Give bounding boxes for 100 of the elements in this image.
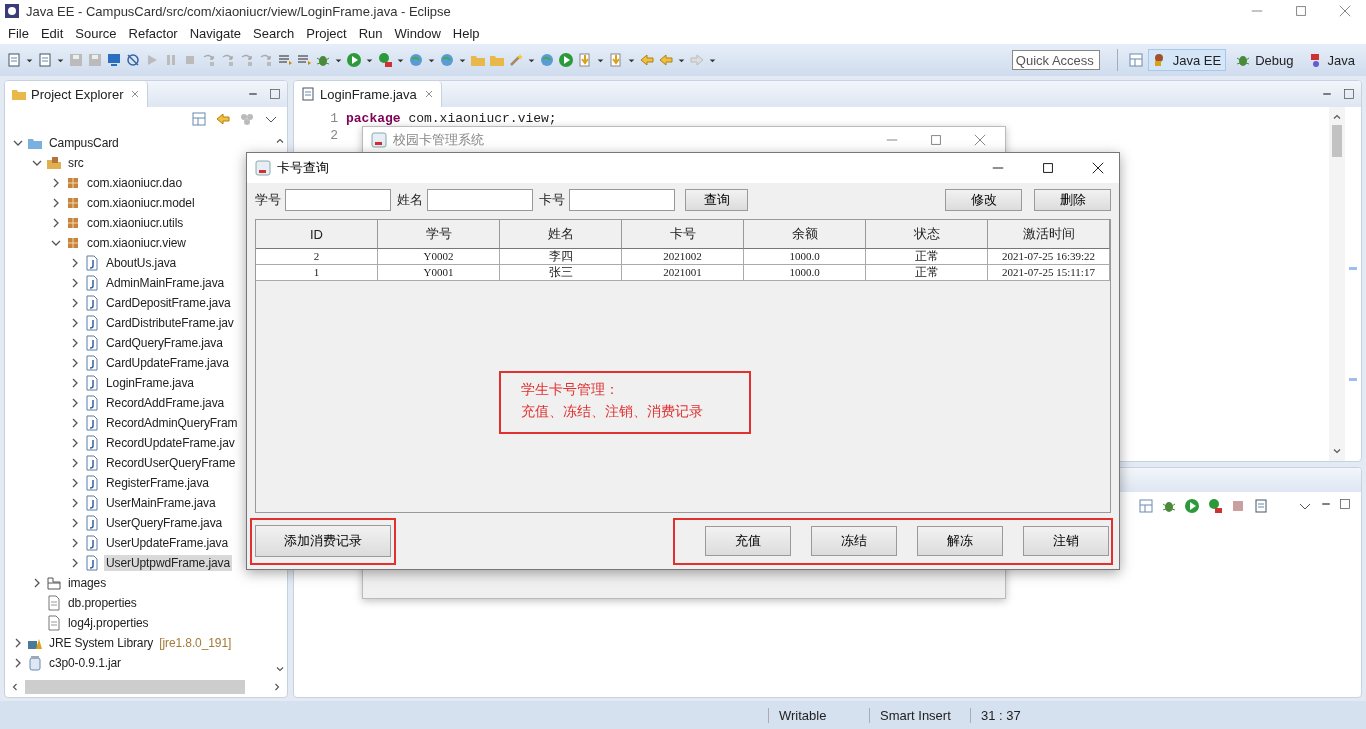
menu-item[interactable]: Help <box>446 25 486 41</box>
chevron-right-icon[interactable] <box>70 398 80 408</box>
chevron-right-icon[interactable] <box>70 278 80 288</box>
chevron-right-icon[interactable] <box>13 658 23 668</box>
scrollbar-thumb[interactable] <box>1332 125 1342 157</box>
run-icon[interactable] <box>346 52 362 68</box>
card-action-button[interactable]: 充值 <box>705 526 791 556</box>
chevron-right-icon[interactable] <box>70 358 80 368</box>
tree-item[interactable]: RecordAddFrame.java <box>104 395 227 411</box>
chevron-down-icon[interactable] <box>32 158 42 168</box>
menu-item[interactable]: Source <box>69 25 123 41</box>
chevron-right-icon[interactable] <box>70 478 80 488</box>
field-label: 姓名 <box>397 191 423 209</box>
tree-item[interactable]: UserUptpwdFrame.java <box>104 555 233 571</box>
chevron-right-icon[interactable] <box>70 338 80 348</box>
tree-item[interactable]: AdminMainFrame.java <box>104 275 227 291</box>
tree-item[interactable]: AboutUs.java <box>104 255 179 271</box>
chevron-right-icon[interactable] <box>70 258 80 268</box>
column-header[interactable]: 卡号 <box>622 220 744 249</box>
chevron-right-icon[interactable] <box>13 638 23 648</box>
menu-item[interactable]: Refactor <box>122 25 184 41</box>
add-record-button[interactable]: 添加消费记录 <box>255 525 391 557</box>
table-cell: 正常 <box>866 249 988 265</box>
chevron-right-icon[interactable] <box>51 178 61 188</box>
tree-item[interactable]: LoginFrame.java <box>104 375 196 391</box>
perspective-button[interactable]: Java EE <box>1147 49 1227 71</box>
chevron-right-icon[interactable] <box>70 438 80 448</box>
perspective-button[interactable]: Java <box>1302 49 1360 71</box>
chevron-down-icon[interactable] <box>13 138 23 148</box>
chevron-right-icon[interactable] <box>51 198 61 208</box>
action-button[interactable]: 修改 <box>945 189 1022 211</box>
chevron-right-icon[interactable] <box>70 318 80 328</box>
card-action-button[interactable]: 注销 <box>1023 526 1109 556</box>
tree-item[interactable]: CardUpdateFrame.java <box>104 355 231 371</box>
tree-item[interactable]: RecordUpdateFrame.jav <box>104 435 237 451</box>
chevron-right-icon[interactable] <box>70 498 80 508</box>
input-field[interactable] <box>569 189 675 211</box>
menu-item[interactable]: File <box>2 25 35 41</box>
tree-item[interactable]: CampusCard <box>47 135 121 151</box>
perspective-button[interactable]: Debug <box>1230 49 1299 71</box>
tree-item[interactable]: c3p0-0.9.1.jar <box>47 655 123 671</box>
menu-item[interactable]: Project <box>300 25 353 41</box>
input-field[interactable] <box>427 189 533 211</box>
tree-item[interactable]: RegisterFrame.java <box>104 475 211 491</box>
tree-item[interactable]: com.xiaoniucr.view <box>85 235 188 251</box>
line-number: 1 <box>329 111 338 128</box>
tree-item[interactable]: src <box>66 155 86 171</box>
tree-item[interactable]: UserMainFrame.java <box>104 495 218 511</box>
column-header[interactable]: 学号 <box>378 220 500 249</box>
chevron-right-icon[interactable] <box>51 218 61 228</box>
column-header[interactable]: 余额 <box>744 220 866 249</box>
panel-tab-label: Project Explorer <box>31 86 124 102</box>
status-item: 31 : 37 <box>970 707 1036 723</box>
chevron-right-icon[interactable] <box>70 418 80 428</box>
chevron-down-icon[interactable] <box>51 238 61 248</box>
run-external-icon[interactable] <box>377 52 393 68</box>
monitor-icon[interactable] <box>106 52 122 68</box>
menu-item[interactable]: Run <box>352 25 389 41</box>
dots-icon[interactable] <box>239 111 255 127</box>
card-action-button[interactable]: 解冻 <box>917 526 1003 556</box>
tree-item[interactable]: log4j.properties <box>66 615 151 631</box>
query-button[interactable]: 查询 <box>685 189 748 211</box>
tree-item[interactable]: db.properties <box>66 595 139 611</box>
tree-item[interactable]: images <box>66 575 109 591</box>
tree-item[interactable]: CardDistributeFrame.jav <box>104 315 236 331</box>
tree-item[interactable]: UserUpdateFrame.java <box>104 535 231 551</box>
tree-item[interactable]: JRE System Library <box>47 635 156 651</box>
tree-item[interactable]: RecordAdminQueryFram <box>104 415 240 431</box>
column-header[interactable]: ID <box>256 220 378 249</box>
maximize-icon[interactable] <box>1041 161 1055 175</box>
input-field[interactable] <box>285 189 391 211</box>
chevron-right-icon[interactable] <box>70 298 80 308</box>
column-header[interactable]: 姓名 <box>500 220 622 249</box>
tree-item[interactable]: com.xiaoniucr.model <box>85 195 197 211</box>
package-icon <box>65 235 81 251</box>
quick-access-field[interactable]: Quick Access <box>1011 50 1100 70</box>
tree-item[interactable]: CardDepositFrame.java <box>104 295 233 311</box>
card-action-button[interactable]: 冻结 <box>811 526 897 556</box>
tree-item[interactable]: UserQueryFrame.java <box>104 515 225 531</box>
tree-item[interactable]: com.xiaoniucr.utils <box>85 215 186 231</box>
action-button[interactable]: 删除 <box>1034 189 1111 211</box>
chevron-right-icon[interactable] <box>70 558 80 568</box>
tree-item[interactable]: RecordUserQueryFrame <box>104 455 238 471</box>
scrollbar-thumb[interactable] <box>25 680 245 694</box>
column-header[interactable]: 激活时间 <box>988 220 1110 249</box>
run-icon[interactable] <box>1184 498 1200 514</box>
tree-item[interactable]: CardQueryFrame.java <box>104 335 225 351</box>
menu-item[interactable]: Edit <box>34 25 70 41</box>
close-icon[interactable] <box>1091 161 1105 175</box>
menu-item[interactable]: Navigate <box>183 25 247 41</box>
column-header[interactable]: 状态 <box>866 220 988 249</box>
chevron-right-icon[interactable] <box>70 378 80 388</box>
chevron-right-icon[interactable] <box>70 458 80 468</box>
chevron-right-icon[interactable] <box>32 578 42 588</box>
menu-item[interactable]: Search <box>247 25 301 41</box>
stop-icon[interactable] <box>1230 498 1246 514</box>
chevron-right-icon[interactable] <box>70 518 80 528</box>
tree-item[interactable]: com.xiaoniucr.dao <box>85 175 185 191</box>
menu-item[interactable]: Window <box>388 25 447 41</box>
chevron-right-icon[interactable] <box>70 538 80 548</box>
